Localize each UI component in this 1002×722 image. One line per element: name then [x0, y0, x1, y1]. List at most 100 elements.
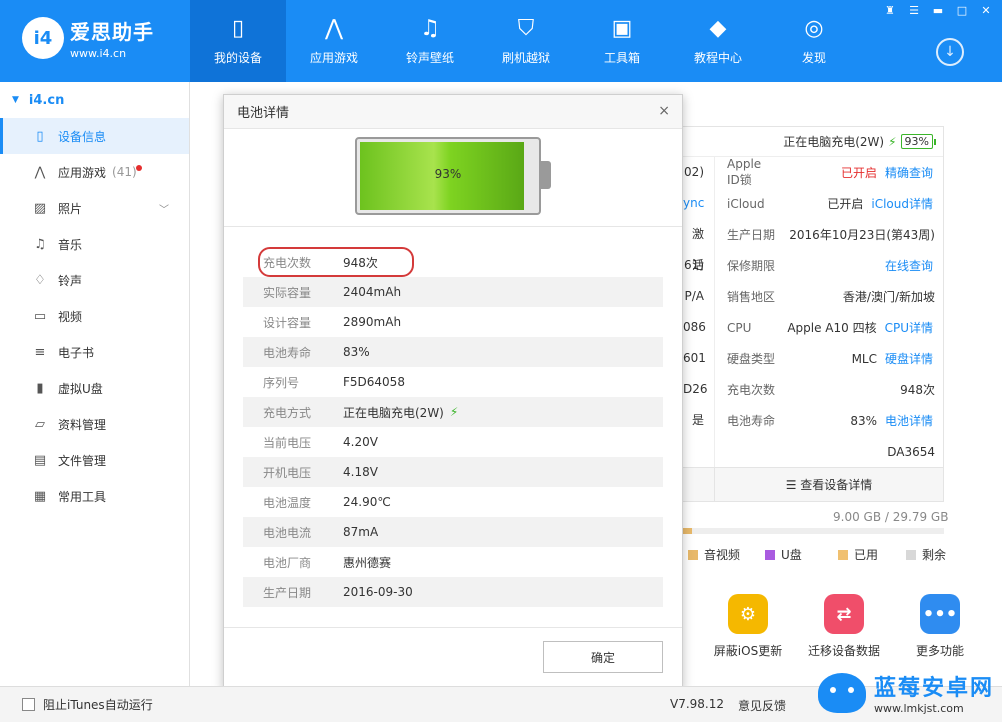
info-row: D26 充电次数 948次 — [683, 374, 943, 405]
quick-tool[interactable]: ••• 更多功能 — [892, 594, 988, 659]
info-link[interactable]: CPU详情 — [885, 319, 943, 336]
sidebar-item[interactable]: ♫ 音乐 — [0, 226, 189, 262]
sidebar-item[interactable]: ▯ 设备信息 — [0, 118, 189, 154]
nav-tab[interactable]: ◆ 教程中心 — [670, 0, 766, 82]
nav-tab[interactable]: ⛉ 刷机越狱 — [478, 0, 574, 82]
info-left-value: 601 — [683, 343, 715, 374]
detail-row: 当前电压 4.20V — [243, 427, 663, 457]
detail-row: 充电方式 正在电脑充电(2W) ⚡ — [243, 397, 663, 427]
detail-value: 4.20V — [343, 435, 378, 449]
itunes-checkbox[interactable] — [22, 698, 35, 711]
info-value: MLC — [851, 351, 877, 366]
info-link[interactable]: 在线查询 — [885, 257, 943, 274]
info-link[interactable]: 精确查询 — [885, 164, 943, 181]
book-icon: ≡ — [34, 344, 46, 360]
quick-tool[interactable]: ⚙ 屏蔽iOS更新 — [700, 594, 796, 659]
detail-row: 充电次数 948次 — [243, 247, 663, 277]
sidebar-item[interactable]: ⋀ 应用游戏 (41) — [0, 154, 189, 190]
info-left-value: P/A — [683, 281, 715, 312]
sidebar-item[interactable]: ▮ 虚拟U盘 — [0, 370, 189, 406]
device-title[interactable]: ▼ i4.cn — [0, 82, 189, 118]
detail-value: 24.90℃ — [343, 495, 391, 509]
info-left-value: 是 — [683, 405, 715, 436]
device-info-icon: ▯ — [36, 128, 44, 144]
battery-detail-table: 充电次数 948次 实际容量 2404mAh 设计容量 2890mAh 电池寿命 83… — [243, 247, 663, 607]
battery-detail-dialog: 电池详情 × 93% 充电次数 948次 实际容量 2404mAh 设计容量 289… — [223, 94, 683, 690]
detail-label: 开机电压 — [263, 465, 312, 480]
device-name: i4.cn — [28, 92, 65, 108]
menu-icon[interactable]: ☰ — [904, 2, 924, 18]
skin-icon[interactable]: ♜ — [880, 2, 900, 18]
info-value: 2016年10月23日(第43周) — [789, 228, 935, 242]
sidebar-item[interactable]: ▱ 资料管理 — [0, 406, 189, 442]
sidebar-item[interactable]: ▤ 文件管理 — [0, 442, 189, 478]
info-left-value: ync — [683, 188, 715, 219]
battery-badge: 93% — [900, 134, 937, 149]
quick-tool-label: 更多功能 — [915, 644, 964, 658]
info-left-value — [683, 436, 715, 467]
ok-button[interactable]: 确定 — [543, 641, 663, 673]
sidebar-item[interactable]: ▨ 照片 ﹀ — [0, 190, 189, 226]
nav-tab[interactable]: ▣ 工具箱 — [574, 0, 670, 82]
nav-tab-label: 铃声壁纸 — [405, 50, 454, 65]
info-row: 601 硬盘类型 MLC 硬盘详情 — [683, 343, 943, 374]
sidebar-item[interactable]: ▭ 视频 — [0, 298, 189, 334]
storage-legend-item: 音视频 — [688, 546, 740, 563]
view-device-detail-button[interactable]: ☰ 查看设备详情 — [715, 476, 943, 493]
maximize-icon[interactable]: □ — [952, 2, 972, 18]
sidebar-item[interactable]: ≡ 电子书 — [0, 334, 189, 370]
storage-usage: 9.00 GB / 29.79 GB — [833, 510, 949, 524]
info-row: 086 CPU Apple A10 四核 CPU详情 — [683, 312, 943, 343]
sidebar-item-label: 资料管理 — [58, 417, 107, 432]
nav-tab-label: 应用游戏 — [309, 50, 358, 65]
info-link[interactable]: iCloud详情 — [871, 195, 943, 212]
close-icon[interactable]: ✕ — [976, 2, 996, 18]
feedback-link[interactable]: 意见反馈 — [738, 697, 786, 714]
nav-tab[interactable]: ⋀ 应用游戏 — [286, 0, 382, 82]
lightning-icon: ⚡ — [449, 405, 459, 419]
nav-tab-label: 刷机越狱 — [501, 50, 550, 65]
graduation-cap-icon: ◆ — [709, 16, 727, 41]
info-label: Apple ID锁 — [727, 157, 762, 187]
quick-tool[interactable]: ⇄ 迁移设备数据 — [796, 594, 892, 659]
count-badge: (41) — [112, 165, 137, 179]
logo-name: 爱思助手 — [70, 20, 154, 44]
info-row: 激活 生产日期 2016年10月23日(第43周) — [683, 219, 943, 272]
info-value: 已开启 — [827, 197, 864, 211]
detail-value: 2890mAh — [343, 315, 402, 329]
toolbox-icon: ▣ — [611, 16, 633, 41]
device-info-panel: 正在电脑充电(2W) ⚡ 93% 02) Apple ID锁 已开启 精确查询 ync i… — [682, 126, 944, 502]
info-link[interactable]: 电池详情 — [885, 412, 943, 429]
close-icon[interactable]: × — [658, 103, 670, 119]
android-robot-icon — [818, 672, 866, 713]
dialog-title: 电池详情 — [224, 95, 682, 129]
minimize-icon[interactable]: ▬ — [928, 2, 948, 18]
logo-url: www.i4.cn — [70, 47, 127, 60]
nav-tab[interactable]: ◎ 发现 — [766, 0, 862, 82]
sidebar-item-label: 文件管理 — [58, 453, 107, 468]
caret-down-icon: ▼ — [12, 95, 19, 105]
info-label: 电池寿命 — [727, 414, 776, 428]
charging-status: 正在电脑充电(2W) — [783, 135, 885, 149]
phone-icon: ▯ — [231, 16, 245, 41]
info-link[interactable]: 硬盘详情 — [885, 350, 943, 367]
detail-value: 4.18V — [343, 465, 378, 479]
detail-row: 电池厂商 惠州德赛 — [243, 547, 663, 577]
nav-tab[interactable]: ♫ 铃声壁纸 — [382, 0, 478, 82]
chevron-down-icon[interactable]: ﹀ — [159, 201, 169, 216]
music-note-icon: ♫ — [420, 16, 440, 41]
info-row: ync iCloud 已开启 iCloud详情 — [683, 188, 943, 219]
info-left-value: 61) — [683, 250, 715, 281]
nav-tab[interactable]: ▯ 我的设备 — [190, 0, 286, 82]
sidebar-item[interactable]: ♢ 铃声 — [0, 262, 189, 298]
sidebar-item-label: 应用游戏 — [58, 165, 107, 180]
detail-value: 正在电脑充电(2W) ⚡ — [343, 405, 459, 420]
bell-icon: ♢ — [34, 272, 46, 288]
sidebar-item[interactable]: ▦ 常用工具 — [0, 478, 189, 514]
charging-header: 正在电脑充电(2W) ⚡ 93% — [683, 127, 943, 157]
detail-row: 生产日期 2016-09-30 — [243, 577, 663, 607]
detail-value: 87mA — [343, 525, 379, 539]
transfer-icon: ⇄ — [824, 594, 864, 634]
sidebar-item-label: 设备信息 — [58, 129, 107, 144]
download-icon[interactable]: ↓ — [936, 38, 964, 66]
